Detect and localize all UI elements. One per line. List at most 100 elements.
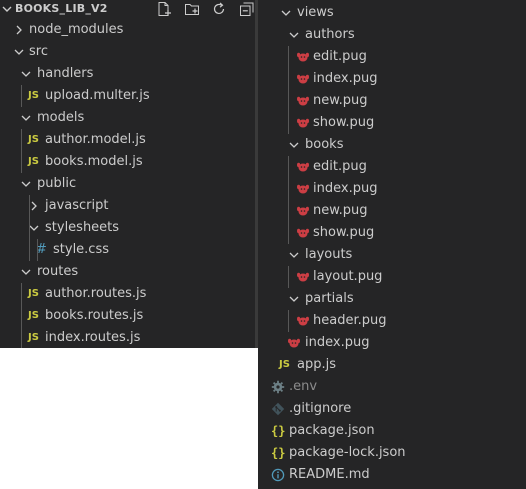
chevron-right-icon[interactable] [13, 24, 25, 36]
file-item[interactable]: edit.pug [258, 46, 526, 68]
tree-item-label: index.pug [313, 71, 378, 86]
folder-item[interactable]: stylesheets [0, 217, 258, 239]
file-item[interactable]: .gitignore [258, 398, 526, 420]
pug-file-icon [297, 52, 309, 62]
file-item[interactable]: {} package-lock.json [258, 442, 526, 464]
tree-item-label: package-lock.json [289, 445, 406, 460]
collapse-all-icon[interactable] [239, 1, 255, 17]
folder-item[interactable]: routes [0, 261, 258, 283]
pug-file-icon [297, 316, 309, 326]
tree-item-label: index.routes.js [45, 330, 141, 345]
tree-item-label: README.md [289, 467, 370, 482]
explorer-title: BOOKS_LIB_V2 [15, 2, 108, 15]
tree-item-label: index.pug [305, 335, 370, 350]
file-item[interactable]: JS books.model.js [0, 151, 258, 173]
indent-guide [288, 310, 289, 332]
pug-file-icon [297, 74, 309, 84]
file-item[interactable]: README.md [258, 464, 526, 486]
file-item[interactable]: JS author.routes.js [0, 283, 258, 305]
file-item[interactable]: {} package.json [258, 420, 526, 442]
tree-item-label: edit.pug [313, 159, 367, 174]
indent-guide [288, 266, 289, 288]
folder-item[interactable]: books [258, 134, 526, 156]
tree-item-label: new.pug [313, 203, 368, 218]
tree-item-label: package.json [289, 423, 375, 438]
tree-item-label: show.pug [313, 225, 375, 240]
chevron-down-icon[interactable] [20, 178, 32, 190]
file-item[interactable]: header.pug [258, 310, 526, 332]
folder-item[interactable]: src [0, 41, 258, 63]
folder-item[interactable]: node_modules [0, 19, 258, 41]
tree-item-label: author.model.js [45, 132, 146, 147]
pug-file-icon [297, 162, 309, 172]
indent-guide [288, 46, 289, 134]
pug-file-icon [297, 272, 309, 282]
folder-item[interactable]: public [0, 173, 258, 195]
tree-item-label: layout.pug [313, 269, 383, 284]
file-item[interactable]: JS books.routes.js [0, 305, 258, 327]
pug-file-icon [297, 228, 309, 238]
tree-item-label: upload.multer.js [45, 88, 150, 103]
folder-item[interactable]: partials [258, 288, 526, 310]
tree-item-label: show.pug [313, 115, 375, 130]
chevron-down-icon[interactable] [288, 29, 300, 41]
chevron-down-icon[interactable] [20, 266, 32, 278]
tree-item-label: models [37, 110, 85, 125]
pug-file-icon [288, 338, 300, 348]
pug-file-icon [297, 184, 309, 194]
indent-guide [21, 85, 22, 107]
file-item[interactable]: index.pug [258, 332, 526, 354]
file-item[interactable]: JS upload.multer.js [0, 85, 258, 107]
tree-item-label: books.routes.js [45, 308, 144, 323]
chevron-down-icon[interactable] [288, 249, 300, 261]
pug-file-icon [297, 96, 309, 106]
chevron-down-icon[interactable] [280, 7, 292, 19]
file-item[interactable]: layout.pug [258, 266, 526, 288]
tree-item-label: app.js [297, 357, 336, 372]
explorer-panel-right: views authors edit.pug index.pug new.pug show… [258, 0, 526, 489]
indent-guide [288, 156, 289, 244]
file-item[interactable]: JS app.js [258, 354, 526, 376]
file-item[interactable]: new.pug [258, 200, 526, 222]
tree-item-label: .gitignore [289, 401, 352, 416]
file-item[interactable]: new.pug [258, 90, 526, 112]
chevron-down-icon[interactable] [288, 139, 300, 151]
tree-item-label: javascript [45, 198, 109, 213]
file-item[interactable]: show.pug [258, 112, 526, 134]
indent-guide [21, 283, 22, 348]
tree-item-label: header.pug [313, 313, 387, 328]
file-item[interactable]: index.pug [258, 178, 526, 200]
json-file-icon: {} [271, 446, 286, 460]
folder-item[interactable]: models [0, 107, 258, 129]
folder-item[interactable]: views [258, 2, 526, 24]
chevron-down-icon[interactable] [20, 68, 32, 80]
js-file-icon: JS [28, 332, 39, 343]
refresh-icon[interactable] [211, 1, 227, 17]
chevron-down-icon[interactable] [13, 46, 25, 58]
git-icon [271, 402, 285, 416]
file-item[interactable]: edit.pug [258, 156, 526, 178]
new-folder-icon[interactable] [184, 1, 200, 17]
file-item[interactable]: JS index.routes.js [0, 327, 258, 348]
chevron-down-icon[interactable] [288, 293, 300, 305]
tree-item-label: edit.pug [313, 49, 367, 64]
indent-guide [37, 239, 38, 261]
chevron-down-icon[interactable] [20, 112, 32, 124]
tree-item-label: stylesheets [45, 220, 120, 235]
file-item[interactable]: index.pug [258, 68, 526, 90]
folder-item[interactable]: javascript [0, 195, 258, 217]
explorer-header[interactable]: BOOKS_LIB_V2 [0, 0, 258, 19]
info-icon [271, 468, 285, 482]
folder-item[interactable]: handlers [0, 63, 258, 85]
tree-item-label: index.pug [313, 181, 378, 196]
chevron-down-icon[interactable] [1, 1, 13, 17]
new-file-icon[interactable] [156, 1, 172, 17]
js-file-icon: JS [28, 310, 39, 321]
file-item[interactable]: .env [258, 376, 526, 398]
folder-item[interactable]: authors [258, 24, 526, 46]
file-item[interactable]: # style.css [0, 239, 258, 261]
folder-item[interactable]: layouts [258, 244, 526, 266]
file-item[interactable]: show.pug [258, 222, 526, 244]
file-item[interactable]: JS author.model.js [0, 129, 258, 151]
tree-item-label: books [305, 137, 344, 152]
